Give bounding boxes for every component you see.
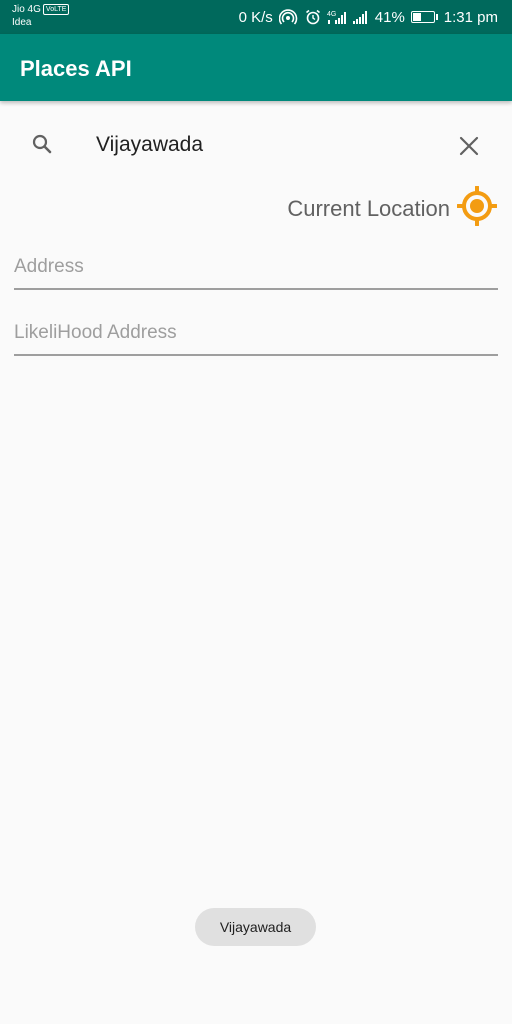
battery-percent: 41%	[374, 8, 405, 26]
4g-signal-icon: 4G	[327, 9, 347, 25]
current-location-label: Current Location	[287, 195, 450, 221]
signal-icon	[352, 10, 369, 24]
toast-message: Vijayawada	[195, 908, 316, 946]
address-placeholder: Address	[14, 256, 84, 277]
current-location-button[interactable]: Current Location	[287, 185, 498, 231]
close-icon[interactable]	[457, 134, 481, 163]
search-bar[interactable]: Vijayawada	[0, 118, 512, 174]
clock: 1:31 pm	[443, 8, 498, 26]
carrier-secondary: Idea	[12, 17, 32, 28]
data-speed: 0 K/s	[238, 8, 273, 26]
crosshair-icon[interactable]	[456, 185, 498, 231]
likelihood-address-placeholder: LikeliHood Address	[14, 322, 177, 343]
search-icon[interactable]	[30, 132, 54, 161]
likelihood-address-field[interactable]: LikeliHood Address	[14, 318, 498, 356]
address-field[interactable]: Address	[14, 252, 498, 290]
carrier-info: Jio 4G VoLTE Idea	[12, 3, 70, 29]
status-indicators: 0 K/s 4G 41% 1:31 pm	[239, 0, 498, 34]
hotspot-icon	[278, 9, 299, 25]
app-title: Places API	[20, 56, 132, 81]
alarm-icon	[305, 9, 321, 25]
app-bar: Places API	[0, 34, 512, 101]
carrier-primary: Jio 4G	[12, 4, 41, 15]
battery-icon	[410, 11, 438, 23]
search-input[interactable]: Vijayawada	[96, 133, 203, 157]
volte-badge: VoLTE	[42, 4, 70, 15]
svg-text:4G: 4G	[327, 11, 336, 18]
status-bar: Jio 4G VoLTE Idea 0 K/s 4G 41% 1:31 pm	[0, 0, 512, 34]
